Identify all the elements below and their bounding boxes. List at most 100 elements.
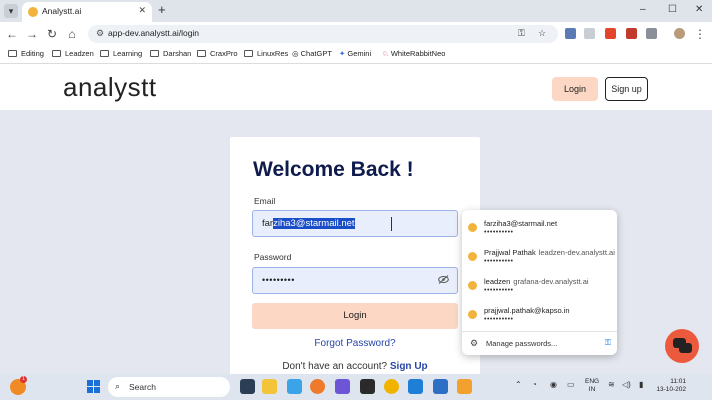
firefox-icon[interactable] xyxy=(310,379,325,394)
eye-off-icon[interactable] xyxy=(438,275,449,286)
suggestion-user: prajjwal.pathak@kapso.in xyxy=(484,306,570,315)
password-value: ••••••••• xyxy=(262,275,295,285)
saved-passwords-dropdown: farziha3@starmail.net •••••••••• Prajjwa… xyxy=(462,210,617,355)
bookmark-item[interactable]: Learning xyxy=(100,49,142,58)
chevron-up-icon[interactable]: ⌃ xyxy=(515,380,522,389)
logo[interactable]: analystt xyxy=(63,72,157,103)
address-bar[interactable]: ⚙ app-dev.analystt.ai/login ⚿ ☆ xyxy=(88,25,558,43)
terminal-icon[interactable] xyxy=(360,379,375,394)
email-typed-text: far xyxy=(262,218,274,229)
manage-passwords-label: Manage passwords... xyxy=(486,339,558,348)
minimize-button[interactable]: – xyxy=(640,4,646,15)
suggestion-user: leadzen xyxy=(484,277,511,286)
password-field[interactable]: ••••••••• xyxy=(252,267,458,294)
reload-button[interactable]: ↻ xyxy=(44,26,60,42)
tab-close-icon[interactable]: ✕ xyxy=(138,5,146,16)
key-icon xyxy=(468,281,477,290)
folder-icon xyxy=(100,50,109,57)
app-icon[interactable] xyxy=(457,379,472,394)
password-label: Password xyxy=(254,252,292,262)
bookmark-star-icon[interactable]: ☆ xyxy=(538,28,546,39)
browser-toolbar: ← → ↻ ⌂ ⚙ app-dev.analystt.ai/login ⚿ ☆ … xyxy=(0,22,712,46)
chrome-icon[interactable] xyxy=(384,379,399,394)
login-submit-button[interactable]: Login xyxy=(252,303,458,329)
back-button[interactable]: ← xyxy=(4,26,20,42)
bookmark-item[interactable]: ✦ Gemini xyxy=(339,49,371,58)
notification-badge: 1 xyxy=(20,376,27,383)
page-title: Welcome Back ! xyxy=(253,158,414,181)
wifi-icon[interactable]: ≋ xyxy=(608,380,615,389)
key-icon xyxy=(468,252,477,261)
extension-icon[interactable] xyxy=(626,28,637,39)
tab-search-button[interactable]: ▾ xyxy=(4,4,18,18)
forgot-password-link[interactable]: Forgot Password? xyxy=(230,338,480,349)
extensions-puzzle-icon[interactable] xyxy=(646,28,657,39)
text-cursor xyxy=(391,217,392,231)
password-suggestion[interactable]: prajjwal.pathak@kapso.in •••••••••• xyxy=(462,300,617,328)
suggestion-site: leadzen-dev.analystt.ai xyxy=(538,248,615,257)
taskbar-search[interactable]: ⌕ Search xyxy=(108,377,230,397)
tab-title: Analystt.ai xyxy=(42,6,82,16)
bookmark-item[interactable]: LinuxRes xyxy=(244,49,288,58)
windows-start-icon[interactable] xyxy=(87,380,101,394)
system-tray-icon[interactable]: ▭ xyxy=(567,380,575,389)
header-signup-button[interactable]: Sign up xyxy=(605,77,648,101)
bookmark-item[interactable]: Editing xyxy=(8,49,44,58)
suggestion-user: farziha3@starmail.net xyxy=(484,219,558,228)
password-suggestion[interactable]: Prajjwal Pathak leadzen-dev.analystt.ai •… xyxy=(462,242,617,270)
taskbar: 1 ⌕ Search ⌃ ◔ ◉ ▭ ENG IN ≋ ◁) ▮ 11:01 13-… xyxy=(0,374,712,400)
folder-icon xyxy=(197,50,206,57)
forward-button[interactable]: → xyxy=(24,26,40,42)
file-explorer-icon[interactable] xyxy=(262,379,277,394)
suggestion-password: •••••••••• xyxy=(484,287,514,294)
manage-icon: ⚙ xyxy=(470,338,479,348)
email-label: Email xyxy=(254,196,276,206)
maximize-button[interactable]: ☐ xyxy=(668,4,677,15)
bookmark-item[interactable]: Leadzen xyxy=(52,49,94,58)
chat-button[interactable] xyxy=(665,329,699,363)
home-button[interactable]: ⌂ xyxy=(64,26,80,42)
browser-tab[interactable]: Analystt.ai ✕ xyxy=(22,2,152,22)
header-login-button[interactable]: Login xyxy=(552,77,598,101)
chatgpt-icon: ◎ xyxy=(292,49,301,58)
profile-avatar[interactable] xyxy=(674,28,685,39)
clock[interactable]: 11:01 13-10-202 xyxy=(652,378,686,394)
vscode-icon[interactable] xyxy=(408,379,423,394)
signup-link[interactable]: Sign Up xyxy=(390,361,428,372)
system-tray-icon[interactable]: ◔ xyxy=(532,380,537,389)
bookmark-item[interactable]: CraxPro xyxy=(197,49,238,58)
manage-passwords-item[interactable]: ⚙ Manage passwords... ⚿ xyxy=(462,334,617,354)
copilot-icon[interactable] xyxy=(287,379,302,394)
password-suggestion[interactable]: farziha3@starmail.net •••••••••• xyxy=(462,213,617,241)
notepad-icon[interactable] xyxy=(433,379,448,394)
close-window-button[interactable]: ✕ xyxy=(695,4,703,15)
bookmark-item[interactable]: Darshan xyxy=(150,49,191,58)
password-key-icon[interactable]: ⚿ xyxy=(518,28,525,39)
extension-icon[interactable] xyxy=(565,28,576,39)
browser-menu-icon[interactable]: ⋮ xyxy=(692,26,708,42)
task-view-icon[interactable] xyxy=(240,379,255,394)
password-suggestion[interactable]: leadzen grafana-dev.analystt.ai •••••••••… xyxy=(462,271,617,299)
dropdown-divider xyxy=(462,331,617,332)
extension-icon[interactable] xyxy=(605,28,616,39)
extension-icon[interactable] xyxy=(584,28,595,39)
system-tray-icon[interactable]: ◉ xyxy=(550,380,557,389)
email-field[interactable]: farziha3@starmail.net xyxy=(252,210,458,237)
bookmark-item[interactable]: ♘ WhiteRabbitNeo xyxy=(382,49,445,58)
language-indicator[interactable]: ENG IN xyxy=(585,378,599,394)
suggestion-password: •••••••••• xyxy=(484,258,514,265)
volume-icon[interactable]: ◁) xyxy=(622,380,631,389)
signup-prompt-text: Don't have an account? xyxy=(282,361,388,372)
suggestion-password: •••••••••• xyxy=(484,229,514,236)
folder-icon xyxy=(244,50,253,57)
folder-icon xyxy=(8,50,17,57)
new-tab-button[interactable]: + xyxy=(158,3,166,17)
key-icon xyxy=(468,310,477,319)
bookmark-item[interactable]: ◎ ChatGPT xyxy=(292,49,332,58)
app-icon[interactable] xyxy=(335,379,350,394)
email-autocomplete-selection: ziha3@starmail.net xyxy=(273,218,355,229)
key-icon xyxy=(468,223,477,232)
folder-icon xyxy=(52,50,61,57)
site-info-icon[interactable]: ⚙ xyxy=(96,28,104,39)
battery-icon[interactable]: ▮ xyxy=(639,380,643,389)
